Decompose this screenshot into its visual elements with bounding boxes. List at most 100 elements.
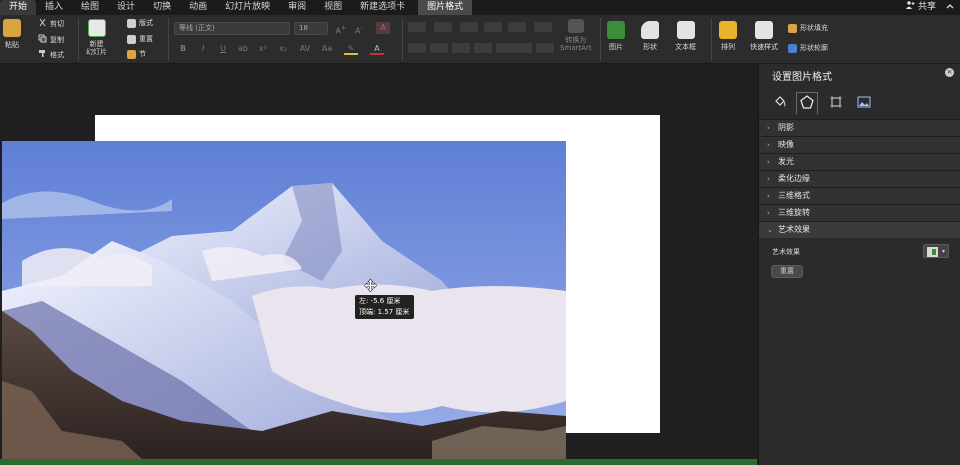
distribute-icon[interactable]	[496, 43, 514, 53]
underline-icon[interactable]: U	[216, 43, 230, 55]
mountain-photo[interactable]	[2, 141, 566, 459]
picture-icon	[607, 21, 625, 39]
new-slide-icon	[87, 19, 106, 37]
clear-format-icon[interactable]: A	[376, 22, 390, 34]
shape-fill-label: 形状填充	[800, 24, 828, 32]
shape-outline-button[interactable]: 形状轮廓	[788, 43, 828, 53]
chevron-up-icon[interactable]	[946, 0, 954, 15]
picture-tab[interactable]	[853, 92, 875, 114]
align-center-icon[interactable]	[430, 43, 448, 53]
numbering-icon[interactable]	[434, 22, 452, 32]
tab-animations[interactable]: 动画	[180, 0, 216, 15]
pentagon-icon	[800, 94, 814, 113]
tab-review[interactable]: 审阅	[279, 0, 315, 15]
section-label: 映像	[778, 140, 794, 149]
copy-button[interactable]: 复制	[38, 34, 64, 45]
artistic-effects-picker[interactable]: ▾	[923, 244, 949, 258]
section-shadow[interactable]: › 阴影	[759, 119, 960, 136]
reset-slide-button[interactable]: 重置	[127, 34, 153, 44]
tab-design[interactable]: 设计	[108, 0, 144, 15]
font-color-icon[interactable]: A	[370, 43, 384, 55]
font-size-dropdown[interactable]: 18	[294, 22, 328, 35]
section-artistic-effects[interactable]: ⌄ 艺术效果	[759, 221, 960, 238]
increase-indent-icon[interactable]	[484, 22, 502, 32]
quick-styles-button[interactable]: 快速样式	[750, 21, 778, 52]
tab-view[interactable]: 视图	[315, 0, 351, 15]
cut-button[interactable]: 剪切	[38, 18, 64, 29]
share-button[interactable]: 共享	[905, 0, 936, 15]
smartart-icon	[567, 19, 584, 33]
person-add-icon	[905, 0, 915, 15]
close-icon[interactable]: ×	[945, 68, 954, 77]
divider	[78, 18, 79, 61]
tab-new[interactable]: 新建选项卡	[351, 0, 414, 15]
quick-styles-icon	[755, 21, 773, 39]
reset-button[interactable]: 重置	[771, 265, 803, 278]
italic-icon[interactable]: I	[196, 43, 210, 55]
align-text-icon[interactable]	[536, 43, 554, 53]
arrange-label: 排列	[721, 43, 735, 51]
tab-home[interactable]: 开始	[0, 0, 37, 15]
text-direction-icon[interactable]	[514, 43, 532, 53]
section-glow[interactable]: › 发光	[759, 153, 960, 170]
tab-transitions[interactable]: 切换	[144, 0, 180, 15]
effects-tab[interactable]	[796, 92, 818, 114]
grow-font-icon[interactable]: A+	[334, 22, 348, 36]
position-tooltip: 左: -5.6 厘米 顶端: 1.57 厘米	[355, 295, 414, 319]
section-label: 阴影	[778, 123, 794, 132]
fill-line-tab[interactable]	[769, 92, 791, 114]
bold-icon[interactable]: B	[176, 43, 190, 55]
insert-picture-button[interactable]: 图片	[607, 21, 625, 52]
clipboard-icon	[3, 19, 21, 37]
textbox-button[interactable]: 文本框	[675, 21, 696, 52]
shrink-font-icon[interactable]: A-	[352, 22, 366, 36]
tab-picture-format[interactable]: 图片格式	[418, 0, 473, 15]
section-3d-format[interactable]: › 三维格式	[759, 187, 960, 204]
share-label: 共享	[917, 2, 936, 12]
section-label: 发光	[778, 157, 794, 166]
layout-button[interactable]: 版式	[127, 18, 153, 28]
format-label: 格式	[50, 50, 64, 59]
subscript-icon[interactable]: x₂	[276, 43, 290, 55]
change-case-icon[interactable]: Aa	[320, 43, 334, 55]
line-spacing-icon[interactable]	[508, 22, 526, 32]
convert-smartart-button[interactable]: 转换为 SmartArt	[560, 19, 592, 52]
size-properties-tab[interactable]	[825, 92, 847, 114]
tab-draw[interactable]: 绘图	[72, 0, 108, 15]
superscript-icon[interactable]: x²	[256, 43, 270, 55]
highlight-icon[interactable]: ✎	[344, 43, 358, 55]
shapes-button[interactable]: 形状	[641, 21, 659, 52]
artistic-effects-label: 艺术效果	[772, 248, 800, 256]
justify-icon[interactable]	[474, 43, 492, 53]
picture-label: 图片	[609, 43, 623, 51]
chevron-right-icon: ›	[767, 158, 770, 166]
decrease-indent-icon[interactable]	[460, 22, 478, 32]
tab-insert[interactable]: 插入	[36, 0, 72, 15]
tooltip-top: 顶端: 1.57 厘米	[359, 308, 410, 316]
strikethrough-icon[interactable]: ab	[236, 43, 250, 55]
font-name-dropdown[interactable]: 等线 (正文)	[174, 22, 290, 35]
align-left-icon[interactable]	[408, 43, 426, 53]
char-spacing-icon[interactable]: AV	[298, 43, 312, 55]
format-picture-pane: 设置图片格式 × › 阴影 › 映像 › 发光 › 柔化边缘 › 三维格式 › 三维旋转 ⌄…	[758, 64, 960, 465]
effect-preview-icon	[927, 242, 938, 261]
copy-icon	[38, 34, 47, 45]
shapes-icon	[641, 21, 659, 39]
shapes-label: 形状	[643, 43, 657, 51]
divider	[168, 18, 169, 61]
align-right-icon[interactable]	[452, 43, 470, 53]
arrange-button[interactable]: 排列	[719, 21, 737, 52]
format-painter-button[interactable]: 格式	[38, 49, 64, 60]
section-3d-rotation[interactable]: › 三维旋转	[759, 204, 960, 221]
section-soft-edges[interactable]: › 柔化边缘	[759, 170, 960, 187]
paste-button[interactable]: 粘贴	[3, 19, 21, 50]
columns-icon[interactable]	[534, 22, 552, 32]
chevron-right-icon: ›	[767, 124, 770, 132]
section-reflection[interactable]: › 映像	[759, 136, 960, 153]
new-slide-button[interactable]: 新建 幻灯片	[86, 19, 107, 56]
tab-slideshow[interactable]: 幻灯片放映	[216, 0, 279, 15]
section-button[interactable]: 节	[127, 49, 146, 59]
shape-fill-button[interactable]: 形状填充	[788, 23, 828, 33]
chevron-right-icon: ›	[767, 209, 770, 217]
bullets-icon[interactable]	[408, 22, 426, 32]
